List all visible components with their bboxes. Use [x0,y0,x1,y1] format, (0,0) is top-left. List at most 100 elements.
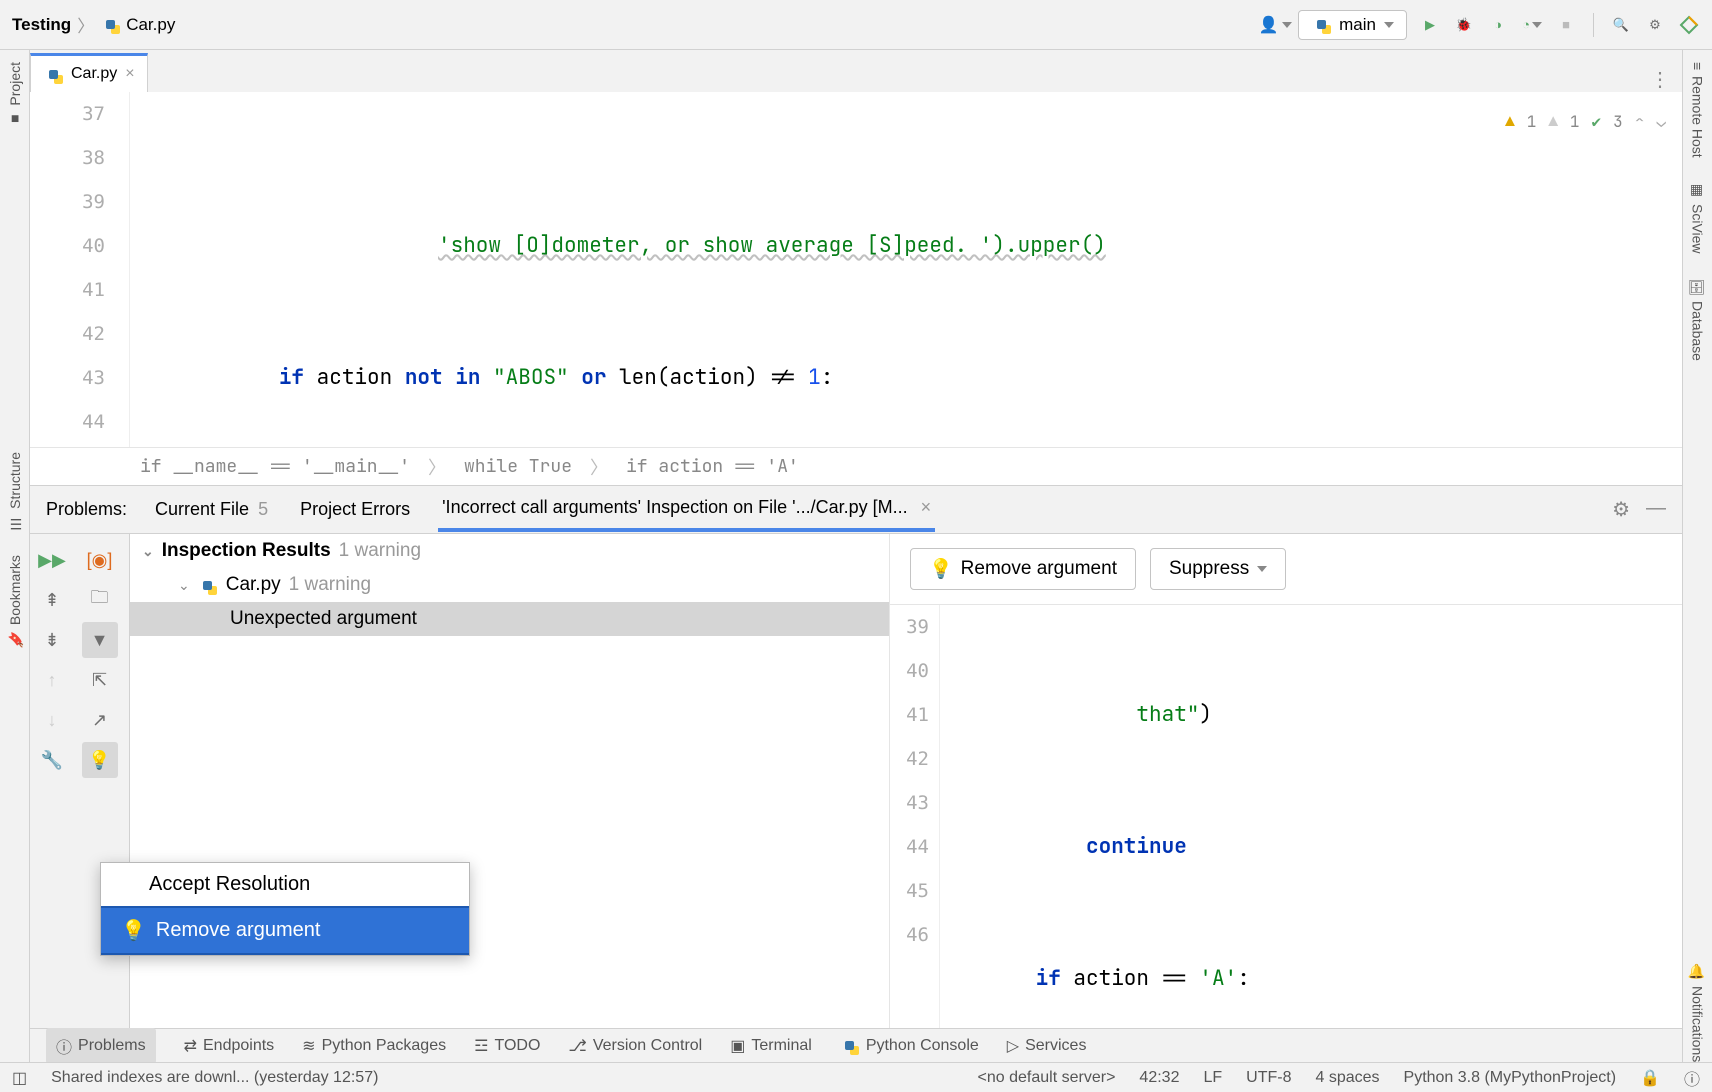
tool-windows-icon[interactable]: ◫ [12,1068,27,1088]
chevron-right-icon: 〉 [590,454,608,480]
right-tool-gutter: ≡Remote Host ▦SciView 🗄Database 🔔Notific… [1682,50,1712,1062]
file-name[interactable]: Car.py [126,15,175,35]
gear-icon[interactable]: ⚙ [1612,497,1630,522]
expand-all-icon[interactable]: ⇞ [34,582,70,618]
coverage-icon[interactable]: ◑ [1487,14,1509,36]
endpoints-icon: ⇄ [184,1036,197,1056]
vcs-icon: ⎇ [568,1036,586,1056]
crumb-segment[interactable]: while True [464,455,572,478]
popup-item-remove[interactable]: 💡 Remove argument [101,906,469,955]
tool-python-packages[interactable]: ≋Python Packages [302,1036,446,1056]
bulb-icon[interactable]: 💡 [82,742,118,778]
add-user-icon[interactable] [1264,14,1286,36]
problems-tool-tabs: Problems: Current File 5 Project Errors … [30,485,1682,533]
popup-item-accept[interactable]: Accept Resolution [101,863,469,906]
chevron-down-icon[interactable]: ⌄ [178,577,190,594]
run-icon[interactable]: ▶ [1419,14,1441,36]
tree-root[interactable]: ⌄ Inspection Results 1 warning [130,534,889,568]
chevron-down-icon[interactable]: ⌄ [142,543,154,560]
structure-tool-button[interactable]: ☰Structure [7,452,23,531]
remote-host-tool-button[interactable]: ≡Remote Host [1690,62,1706,158]
profile-icon[interactable]: ◔ [1521,14,1543,36]
chevron-down-icon [1257,566,1267,572]
preview-editor[interactable]: 39 40 41 42 43 44 45 46 that") continue … [890,604,1682,1028]
rerun-icon[interactable]: ▶▶ [34,542,70,578]
services-icon: ▷ [1007,1036,1019,1056]
lock-icon[interactable]: 🔒 [1640,1068,1660,1088]
intention-popup: Accept Resolution 💡 Remove argument [100,862,470,956]
bookmarks-tool-button[interactable]: 🔖Bookmarks [7,555,23,648]
bottom-tool-bar: ⓘProblems ⇄Endpoints ≋Python Packages ☲T… [30,1028,1682,1062]
inspection-badges[interactable]: ▲1 ▲1 ✔3 ⌃ ⌄ [1505,100,1666,144]
todo-icon: ☲ [474,1036,488,1056]
suppress-button[interactable]: Suppress [1150,548,1286,590]
tool-python-console[interactable]: Python Console [840,1036,979,1056]
status-line-ending[interactable]: LF [1203,1069,1222,1087]
tool-endpoints[interactable]: ⇄Endpoints [184,1036,275,1056]
tool-todo[interactable]: ☲TODO [474,1036,540,1056]
close-icon[interactable]: × [921,497,932,517]
status-message[interactable]: Shared indexes are downl... (yesterday 1… [51,1069,378,1087]
jetbrains-icon[interactable] [1678,14,1700,36]
check-icon[interactable]: ✔ [1592,100,1602,144]
warning-icon[interactable]: ▲ [1505,100,1515,144]
status-position[interactable]: 42:32 [1139,1069,1179,1087]
run-configuration-selector[interactable]: main [1298,10,1407,40]
status-indent[interactable]: 4 spaces [1315,1069,1379,1087]
code-editor[interactable]: 37 38 39 40 41 42 43 44 ▲1 ▲1 ✔3 ⌃ ⌄ 'sh… [30,92,1682,447]
line-gutter: 37 38 39 40 41 42 43 44 [30,92,130,447]
toolbar-right: main ▶ 🐞 ◑ ◔ ■ 🔍 ⚙ [1264,10,1700,40]
stop-icon[interactable]: ■ [1555,14,1577,36]
tool-problems[interactable]: ⓘProblems [46,1028,156,1064]
filter-icon[interactable]: ▼ [82,622,118,658]
notifications-tool-button[interactable]: 🔔Notifications [1690,963,1706,1062]
up-icon[interactable]: ↑ [34,662,70,698]
status-interpreter[interactable]: Python 3.8 (MyPythonProject) [1404,1069,1617,1087]
weak-warning-icon[interactable]: ▲ [1548,100,1558,144]
wrench-icon[interactable]: 🔧 [34,742,70,778]
collapse-all-icon[interactable]: ⇟ [34,622,70,658]
group-icon[interactable]: 🗀 [82,582,118,618]
bulb-icon: 💡 [121,918,146,943]
status-server[interactable]: <no default server> [978,1069,1116,1087]
close-icon[interactable]: × [125,65,134,83]
tree-item-selected[interactable]: Unexpected argument [130,602,889,636]
ide-help-icon[interactable]: ⓘ [1684,1066,1700,1090]
tree-file-node[interactable]: ⌄ Car.py 1 warning [130,568,889,602]
remove-argument-button[interactable]: 💡 Remove argument [910,548,1136,590]
status-encoding[interactable]: UTF-8 [1246,1069,1291,1087]
editor-tab[interactable]: Car.py × [30,53,148,92]
more-icon[interactable]: ⋮ [1650,67,1670,92]
crumb-segment[interactable]: if __name__ == '__main__' [140,455,410,478]
tool-vcs[interactable]: ⎇Version Control [568,1036,702,1056]
tool-terminal[interactable]: ▣Terminal [730,1036,812,1056]
tab-inspection[interactable]: 'Incorrect call arguments' Inspection on… [438,487,935,532]
next-highlight-icon[interactable]: ⌄ [1656,100,1666,144]
code-breadcrumb[interactable]: if __name__ == '__main__' 〉 while True 〉… [30,447,1682,485]
crumb-segment[interactable]: if action == 'A' [626,455,799,478]
preview-gutter: 39 40 41 42 43 44 45 46 [890,605,940,1028]
minimize-icon[interactable]: — [1646,497,1666,522]
export-icon[interactable]: ⇱ [82,662,118,698]
inspection-actions: 💡 Remove argument Suppress [890,534,1682,604]
project-tool-button[interactable]: ■Project [7,62,23,128]
tab-project-errors[interactable]: Project Errors [296,489,414,530]
highlight-icon[interactable]: [◉] [82,542,118,578]
open-editor-icon[interactable]: ↗ [82,702,118,738]
settings-icon[interactable]: ⚙ [1644,14,1666,36]
database-tool-button[interactable]: 🗄Database [1690,277,1706,361]
project-name[interactable]: Testing [12,15,71,35]
tab-current-file[interactable]: Current File 5 [151,489,272,530]
search-icon[interactable]: 🔍 [1610,14,1632,36]
down-icon[interactable]: ↓ [34,702,70,738]
preview-code[interactable]: that") continue if action == 'A': my_car… [940,605,1682,1028]
code-content[interactable]: ▲1 ▲1 ✔3 ⌃ ⌄ 'show [O]dometer, or show a… [130,92,1682,447]
status-bar: ◫ Shared indexes are downl... (yesterday… [0,1062,1712,1092]
python-icon [840,1036,860,1056]
debug-icon[interactable]: 🐞 [1453,14,1475,36]
prev-highlight-icon[interactable]: ⌃ [1635,100,1645,144]
sciview-tool-button[interactable]: ▦SciView [1690,182,1706,254]
tool-services[interactable]: ▷Services [1007,1036,1087,1056]
bulb-icon: 💡 [929,557,953,581]
left-tool-gutter: ■Project ☰Structure 🔖Bookmarks [0,50,30,1062]
